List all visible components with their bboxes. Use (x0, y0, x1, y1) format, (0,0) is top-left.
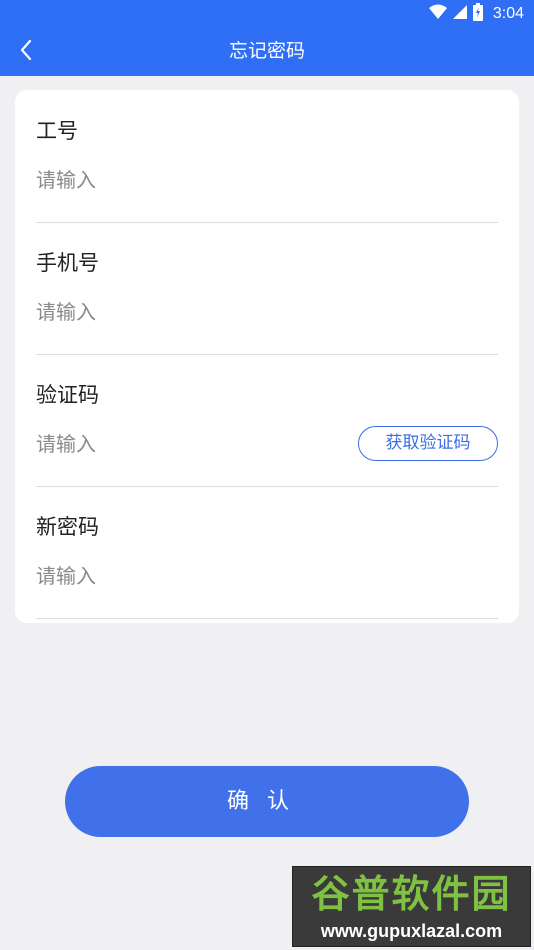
field-label: 工号 (36, 119, 78, 143)
new-password-field: 新密码 (36, 486, 498, 619)
status-bar: 3:04 (0, 0, 534, 28)
employee-id-field: 工号 (36, 90, 498, 223)
watermark-logo: 谷普软件园 www.gupuxlazal.com (292, 866, 531, 947)
watermark-url: www.gupuxlazal.com (320, 921, 503, 941)
verification-code-input[interactable] (36, 427, 336, 461)
wifi-icon (428, 4, 447, 24)
signal-icon (452, 4, 467, 24)
get-code-button[interactable]: 获取验证码 (358, 426, 498, 461)
status-icons: 3:04 (428, 0, 524, 28)
confirm-button[interactable]: 确认 (65, 766, 469, 837)
phone-input[interactable] (36, 295, 336, 329)
page-title: 忘记密码 (228, 40, 305, 62)
battery-icon (472, 3, 483, 25)
new-password-input[interactable] (36, 559, 336, 593)
field-label: 新密码 (36, 515, 99, 539)
field-label: 手机号 (36, 251, 99, 275)
employee-id-input[interactable] (36, 163, 336, 197)
watermark-title: 谷普软件园 (311, 872, 512, 916)
field-label: 验证码 (36, 383, 99, 407)
form-card: 工号 手机号 验证码 获取验证码 新密码 (15, 90, 519, 623)
status-time: 3:04 (492, 5, 524, 22)
phone-field: 手机号 (36, 222, 498, 355)
app-bar: 忘记密码 (0, 28, 534, 76)
verification-code-field: 验证码 获取验证码 (36, 354, 498, 487)
